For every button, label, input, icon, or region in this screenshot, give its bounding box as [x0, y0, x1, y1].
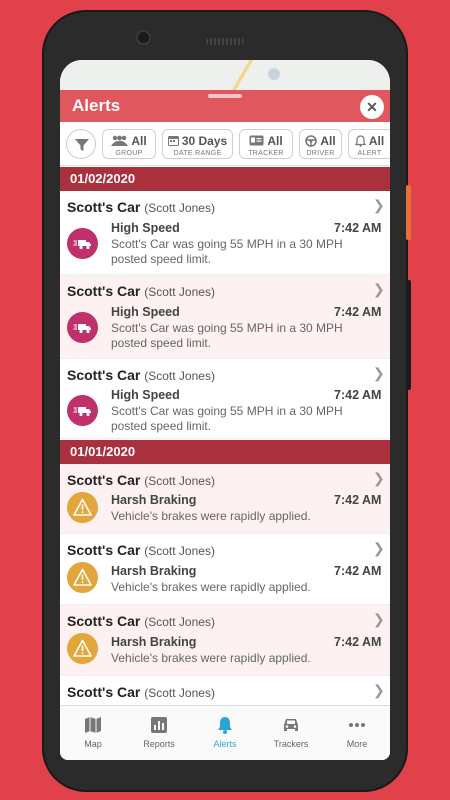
alert-type: Harsh Braking — [111, 493, 197, 507]
power-button — [406, 185, 411, 240]
warning-icon — [73, 498, 92, 516]
map-background[interactable] — [60, 60, 390, 92]
alert-description: Scott's Car was going 55 MPH in a 30 MPH… — [111, 321, 343, 350]
filter-chip-tracker[interactable]: All TRACKER — [239, 129, 293, 159]
chevron-right-icon: ❯ — [373, 682, 385, 698]
page-title: Alerts — [72, 96, 121, 115]
speed-alert-badge — [67, 395, 98, 426]
driver-name: (Scott Jones) — [144, 544, 215, 558]
filter-button[interactable] — [66, 129, 96, 159]
nav-reports[interactable]: Reports — [126, 706, 192, 760]
filter-bar: All GROUP 30 Days DATE RANGE All TRACKER… — [60, 122, 390, 166]
driver-name: (Scott Jones) — [144, 369, 215, 383]
alert-type: High Speed — [111, 305, 180, 319]
earpiece-speaker — [206, 38, 244, 45]
brake-alert-badge — [67, 492, 98, 523]
chevron-right-icon: ❯ — [373, 611, 385, 627]
drag-handle[interactable] — [208, 94, 242, 98]
alert-row[interactable]: Scott's Car (Scott Jones) ❯ High Speed 7… — [60, 275, 390, 359]
alert-type: Harsh Braking — [111, 564, 197, 578]
nav-more[interactable]: More — [324, 706, 390, 760]
speeding-truck-icon — [73, 407, 91, 417]
alert-type: High Speed — [111, 388, 180, 402]
driver-name: (Scott Jones) — [144, 201, 215, 215]
alert-time: 7:42 AM — [334, 564, 382, 578]
alert-row[interactable]: Scott's Car (Scott Jones) ❯ High Speed 7… — [60, 359, 390, 439]
chevron-right-icon: ❯ — [373, 281, 385, 297]
filter-chip-date-range[interactable]: 30 Days DATE RANGE — [162, 129, 233, 159]
date-header: 01/01/2020 — [60, 440, 390, 464]
alert-time: 7:42 AM — [334, 221, 382, 235]
filter-chip-alert[interactable]: All ALERT — [348, 129, 390, 159]
id-card-icon — [249, 135, 264, 146]
speeding-truck-icon — [73, 240, 91, 250]
vehicle-name: Scott's Car — [67, 684, 141, 700]
map-road — [230, 60, 254, 92]
alert-row[interactable]: Scott's Car (Scott Jones) ❯ Harsh Brakin… — [60, 464, 390, 534]
more-icon — [349, 723, 365, 727]
driver-name: (Scott Jones) — [144, 615, 215, 629]
nav-map[interactable]: Map — [60, 706, 126, 760]
alert-type: High Speed — [111, 221, 180, 235]
driver-name: (Scott Jones) — [144, 474, 215, 488]
warning-icon — [73, 639, 92, 657]
alert-description: Scott's Car was going 55 MPH in a 30 MPH… — [111, 237, 343, 266]
group-icon — [111, 135, 129, 146]
reports-icon — [151, 717, 167, 733]
vehicle-name: Scott's Car — [67, 542, 141, 558]
alert-description: Scott's Car was going 55 MPH in a 30 MPH… — [111, 404, 343, 433]
vehicle-name: Scott's Car — [67, 367, 141, 383]
alert-row[interactable]: Scott's Car (Scott Jones) ❯ Harsh Brakin… — [60, 605, 390, 676]
alerts-header: Alerts ✕ — [60, 90, 390, 122]
speeding-truck-icon — [73, 324, 91, 334]
nav-alerts[interactable]: Alerts — [192, 706, 258, 760]
alert-row[interactable]: Scott's Car (Scott Jones) ❯ — [60, 676, 390, 705]
funnel-icon — [75, 139, 89, 151]
alert-time: 7:42 AM — [334, 635, 382, 649]
vehicle-name: Scott's Car — [67, 472, 141, 488]
bell-icon — [218, 717, 232, 734]
brake-alert-badge — [67, 633, 98, 664]
map-marker-icon — [268, 68, 280, 80]
filter-chip-driver[interactable]: All DRIVER — [299, 129, 342, 159]
filter-chip-group[interactable]: All GROUP — [102, 129, 156, 159]
alert-description: Vehicle's brakes were rapidly applied. — [111, 580, 311, 594]
volume-button — [406, 280, 411, 390]
alert-type: Harsh Braking — [111, 635, 197, 649]
vehicle-name: Scott's Car — [67, 613, 141, 629]
calendar-icon — [167, 136, 179, 146]
app-screen: Alerts ✕ All GROUP 30 Days DATE RANGE Al… — [60, 60, 390, 760]
alert-description: Vehicle's brakes were rapidly applied. — [111, 509, 311, 523]
alert-row[interactable]: Scott's Car (Scott Jones) ❯ High Speed 7… — [60, 191, 390, 275]
vehicle-name: Scott's Car — [67, 199, 141, 215]
front-camera — [136, 30, 151, 45]
warning-icon — [73, 568, 92, 586]
nav-trackers[interactable]: Trackers — [258, 706, 324, 760]
alert-time: 7:42 AM — [334, 305, 382, 319]
bell-icon — [354, 134, 366, 147]
vehicle-name: Scott's Car — [67, 283, 141, 299]
speed-alert-badge — [67, 228, 98, 259]
steering-wheel-icon — [305, 134, 318, 147]
driver-name: (Scott Jones) — [144, 686, 215, 700]
chevron-right-icon: ❯ — [373, 470, 385, 486]
bottom-nav: Map Reports Alerts Trackers More — [60, 705, 390, 760]
alert-description: Vehicle's brakes were rapidly applied. — [111, 651, 311, 665]
car-icon — [284, 719, 298, 731]
map-icon — [85, 717, 101, 733]
chevron-right-icon: ❯ — [373, 540, 385, 556]
chevron-right-icon: ❯ — [373, 197, 385, 213]
alert-time: 7:42 AM — [334, 388, 382, 402]
close-button[interactable]: ✕ — [360, 95, 384, 119]
alert-row[interactable]: Scott's Car (Scott Jones) ❯ Harsh Brakin… — [60, 534, 390, 605]
chevron-right-icon: ❯ — [373, 365, 385, 381]
brake-alert-badge — [67, 562, 98, 593]
date-header: 01/02/2020 — [60, 167, 390, 191]
driver-name: (Scott Jones) — [144, 285, 215, 299]
speed-alert-badge — [67, 312, 98, 343]
alert-time: 7:42 AM — [334, 493, 382, 507]
